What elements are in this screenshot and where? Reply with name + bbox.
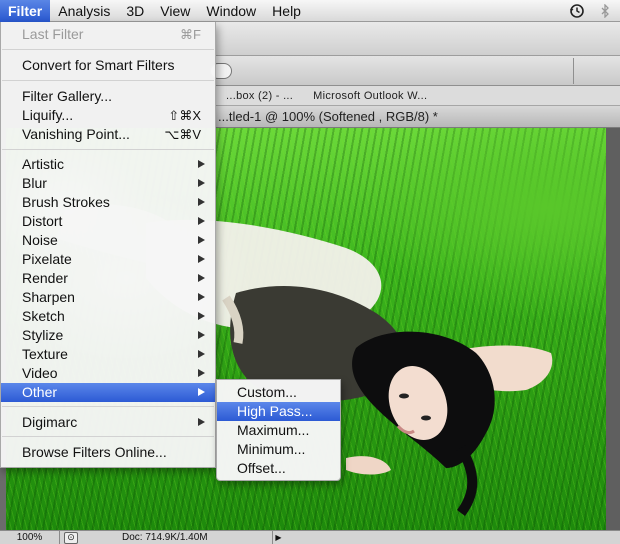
menu-item-label: Brush Strokes	[22, 194, 110, 210]
submenu-item-maximum[interactable]: Maximum...	[217, 421, 340, 440]
menu-item-other[interactable]: Other	[1, 383, 215, 402]
divider	[573, 58, 574, 84]
menu-item-artistic[interactable]: Artistic	[1, 155, 215, 174]
menu-item-sharpen[interactable]: Sharpen	[1, 288, 215, 307]
status-menu-arrow-icon[interactable]: ▶	[272, 530, 284, 544]
time-machine-icon[interactable]	[566, 0, 588, 22]
submenu-item-custom[interactable]: Custom...	[217, 383, 340, 402]
menu-item-vanishing-point[interactable]: Vanishing Point... ⌥⌘V	[1, 125, 215, 144]
task-inbox[interactable]: ...box (2) - ...	[216, 90, 303, 102]
menu-view[interactable]: View	[152, 0, 198, 22]
submenu-item-high-pass[interactable]: High Pass...	[217, 402, 340, 421]
shortcut: ⇧⌘X	[168, 108, 201, 123]
menu-item-brush-strokes[interactable]: Brush Strokes	[1, 193, 215, 212]
shortcut: ⌘F	[180, 27, 201, 42]
menu-filter[interactable]: Filter	[0, 0, 51, 22]
submenu-item-minimum[interactable]: Minimum...	[217, 440, 340, 459]
menu-3d[interactable]: 3D	[118, 0, 152, 22]
options-bar-secondary	[216, 56, 620, 86]
submenu-arrow-icon	[198, 274, 205, 282]
menu-item-distort[interactable]: Distort	[1, 212, 215, 231]
menu-item-last-filter: Last Filter ⌘F	[1, 25, 215, 44]
menu-window[interactable]: Window	[198, 0, 264, 22]
submenu-arrow-icon	[198, 388, 205, 396]
document-size: Doc: 714.9K/1.40M	[122, 532, 208, 543]
menu-item-video[interactable]: Video	[1, 364, 215, 383]
submenu-arrow-icon	[198, 198, 205, 206]
menu-item-label: Artistic	[22, 156, 64, 172]
menu-item-label: Liquify...	[22, 107, 74, 123]
menu-item-convert-smart-filters[interactable]: Convert for Smart Filters	[1, 56, 215, 75]
menu-help[interactable]: Help	[264, 0, 309, 22]
document-info-icon[interactable]: ⊙	[64, 531, 78, 544]
menu-item-label: Stylize	[22, 327, 64, 343]
separator	[2, 149, 214, 150]
menu-item-label: Last Filter	[22, 26, 84, 42]
photoshop-window: Filter Analysis 3D View Window Help ...b…	[0, 0, 620, 544]
menu-item-stylize[interactable]: Stylize	[1, 326, 215, 345]
menu-item-texture[interactable]: Texture	[1, 345, 215, 364]
menu-item-digimarc[interactable]: Digimarc	[1, 413, 215, 432]
shortcut: ⌥⌘V	[164, 127, 201, 142]
bluetooth-icon[interactable]	[596, 0, 614, 22]
menu-item-label: Texture	[22, 346, 68, 362]
submenu-arrow-icon	[198, 160, 205, 168]
submenu-item-offset[interactable]: Offset...	[217, 459, 340, 478]
scroll-gutter	[606, 128, 620, 530]
menu-item-blur[interactable]: Blur	[1, 174, 215, 193]
menu-item-label: Noise	[22, 232, 58, 248]
other-submenu: Custom... High Pass... Maximum... Minimu…	[216, 379, 341, 481]
submenu-arrow-icon	[198, 350, 205, 358]
menu-analysis[interactable]: Analysis	[50, 0, 118, 22]
separator	[2, 80, 214, 81]
submenu-arrow-icon	[198, 217, 205, 225]
submenu-arrow-icon	[198, 312, 205, 320]
options-bar	[216, 22, 620, 56]
menu-item-label: Vanishing Point...	[22, 126, 130, 142]
menu-item-noise[interactable]: Noise	[1, 231, 215, 250]
window-tabs: ...box (2) - ... Microsoft Outlook W...	[216, 86, 620, 106]
status-bar: 100% ⊙ Doc: 714.9K/1.40M ▶	[0, 530, 620, 544]
menu-item-label: Render	[22, 270, 68, 286]
document-title: ...tled-1 @ 100% (Softened , RGB/8) *	[216, 106, 620, 128]
menu-item-filter-gallery[interactable]: Filter Gallery...	[1, 87, 215, 106]
menu-item-label: Video	[22, 365, 58, 381]
menu-item-liquify[interactable]: Liquify... ⇧⌘X	[1, 106, 215, 125]
menu-item-label: Sharpen	[22, 289, 75, 305]
submenu-arrow-icon	[198, 331, 205, 339]
separator	[2, 49, 214, 50]
submenu-arrow-icon	[198, 236, 205, 244]
separator	[2, 406, 214, 407]
menu-item-label: Pixelate	[22, 251, 72, 267]
menu-item-sketch[interactable]: Sketch	[1, 307, 215, 326]
menu-item-label: Blur	[22, 175, 47, 191]
menu-item-label: Other	[22, 384, 58, 400]
submenu-arrow-icon	[198, 369, 205, 377]
filter-menu: Last Filter ⌘F Convert for Smart Filters…	[0, 22, 216, 468]
submenu-arrow-icon	[198, 255, 205, 263]
separator	[2, 436, 214, 437]
menu-bar: Filter Analysis 3D View Window Help	[0, 0, 620, 22]
submenu-arrow-icon	[198, 179, 205, 187]
menu-item-label: Distort	[22, 213, 63, 229]
submenu-arrow-icon	[198, 418, 205, 426]
zoom-level[interactable]: 100%	[0, 530, 60, 544]
menu-item-label: Sketch	[22, 308, 65, 324]
menu-item-label: Digimarc	[22, 414, 78, 430]
task-outlook[interactable]: Microsoft Outlook W...	[303, 90, 437, 102]
menu-item-browse-filters-online[interactable]: Browse Filters Online...	[1, 443, 215, 462]
submenu-arrow-icon	[198, 293, 205, 301]
menu-item-pixelate[interactable]: Pixelate	[1, 250, 215, 269]
menu-item-render[interactable]: Render	[1, 269, 215, 288]
